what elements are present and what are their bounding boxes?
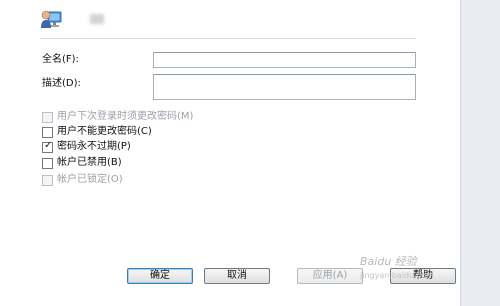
option-password-never-expires[interactable]: ✓ 密码永不过期(P) [42, 140, 131, 154]
description-label: 描述(D): [42, 78, 81, 89]
option-must-change-password[interactable]: 用户下次登录时须更改密码(M) [42, 110, 193, 124]
cancel-button[interactable]: 取消 [204, 268, 270, 284]
option-account-locked[interactable]: 帐户已锁定(O) [42, 173, 123, 187]
option-cannot-change-password[interactable]: 用户不能更改密码(C) [42, 125, 152, 139]
checkbox[interactable] [42, 174, 53, 186]
fullname-field[interactable] [153, 52, 416, 68]
option-label: 帐户已禁用(B) [57, 157, 122, 168]
description-field[interactable] [153, 74, 416, 100]
header-divider [40, 38, 416, 39]
option-label: 帐户已锁定(O) [57, 174, 123, 185]
apply-button[interactable]: 应用(A) [297, 268, 363, 284]
checkbox[interactable] [42, 157, 53, 169]
checkbox[interactable] [42, 126, 53, 138]
checkbox-checked[interactable]: ✓ [42, 139, 53, 153]
option-label: 密码永不过期(P) [57, 141, 131, 152]
option-label: 用户不能更改密码(C) [57, 126, 152, 137]
ok-button[interactable]: 确定 [127, 268, 193, 284]
user-icon [41, 10, 62, 28]
option-label: 用户下次登录时须更改密码(M) [57, 111, 194, 122]
username-redacted [90, 14, 104, 24]
checkmark-icon: ✓ [44, 139, 53, 151]
user-properties-panel: 全名(F): 描述(D): 用户下次登录时须更改密码(M) 用户不能更改密码(C… [0, 0, 461, 306]
option-account-disabled[interactable]: 帐户已禁用(B) [42, 156, 122, 170]
fullname-label: 全名(F): [42, 54, 79, 65]
checkbox[interactable] [42, 111, 53, 123]
help-button[interactable]: 帮助 [390, 268, 456, 284]
